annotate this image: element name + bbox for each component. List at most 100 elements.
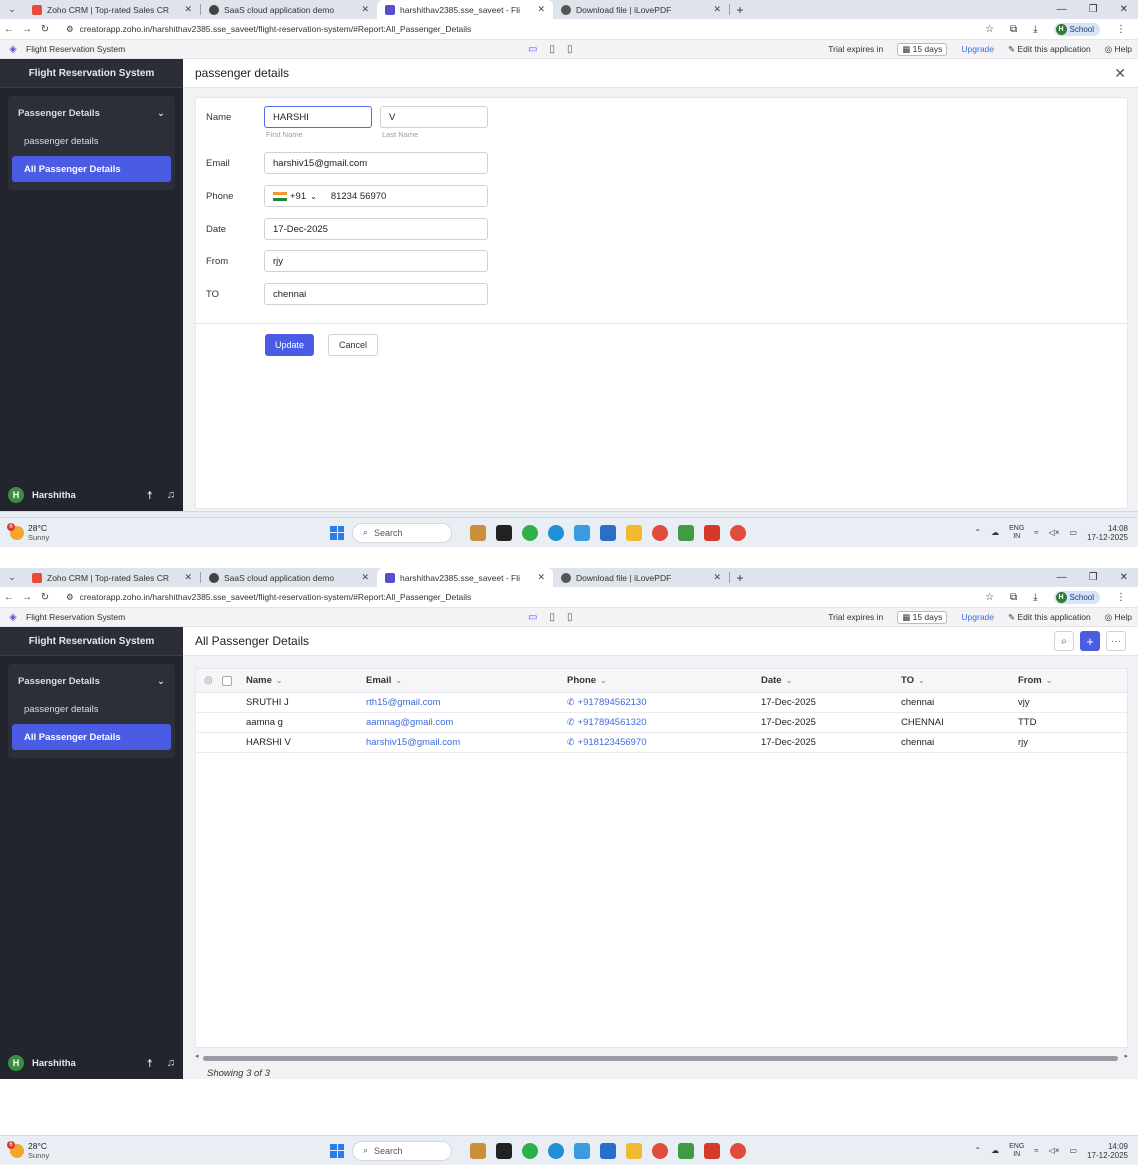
more-options-icon[interactable]: ··· <box>1106 631 1126 651</box>
sidebar-group-passenger-details[interactable]: Passenger Details ⌄ <box>8 100 175 126</box>
column-header-from[interactable]: From ⌄ <box>1018 669 1052 692</box>
table-row[interactable]: SRUTHI J rth15@gmail.com ✆ +917894562130 … <box>196 693 1127 713</box>
app-icon[interactable] <box>470 524 486 541</box>
minimize-icon[interactable]: — <box>1057 572 1067 583</box>
menu-kebab-icon[interactable]: ⋮ <box>1116 24 1126 35</box>
browser-tab[interactable]: SaaS cloud application demo ✕ <box>201 0 377 19</box>
column-header-email[interactable]: Email ⌄ <box>366 669 402 692</box>
tablet-icon[interactable]: ▯ <box>549 612 555 623</box>
close-icon[interactable]: ✕ <box>713 572 721 583</box>
scroll-left-icon[interactable]: ◂ <box>195 1052 199 1060</box>
accessibility-icon[interactable]: ☨ <box>147 1057 153 1070</box>
new-tab-icon[interactable]: + <box>730 3 750 17</box>
browser-tab-active[interactable]: harshithav2385.sse_saveet - Fli ✕ <box>377 0 553 19</box>
close-icon[interactable]: ✕ <box>184 572 192 583</box>
accessibility-icon[interactable]: ☨ <box>147 489 153 502</box>
pdf-icon[interactable] <box>704 1142 720 1159</box>
app-icon[interactable] <box>678 1142 694 1159</box>
eye-icon[interactable]: ◎ <box>204 669 213 692</box>
wifi-icon[interactable]: ≈ <box>1034 1146 1038 1155</box>
cell-email[interactable]: harshiv15@gmail.com <box>366 733 460 752</box>
tab-search-icon[interactable]: ⌄ <box>0 4 24 15</box>
bookmark-star-icon[interactable]: ☆ <box>985 592 994 603</box>
weather-widget[interactable]: 6 28°C Sunny <box>7 1140 49 1160</box>
scroll-right-icon[interactable]: ▸ <box>1124 1052 1128 1060</box>
date-field[interactable]: 17-Dec-2025 <box>264 218 488 240</box>
windows-start-icon[interactable] <box>330 1143 344 1158</box>
search-icon[interactable]: ⌕ <box>1054 631 1074 651</box>
forward-icon[interactable]: → <box>18 592 36 603</box>
wifi-icon[interactable]: ≈ <box>1034 528 1038 537</box>
close-icon[interactable]: ✕ <box>537 572 545 583</box>
battery-icon[interactable]: ▭ <box>1070 1146 1078 1155</box>
close-icon[interactable]: ✕ <box>361 4 369 15</box>
cell-phone[interactable]: ✆ +917894562130 <box>567 693 647 712</box>
extensions-icon[interactable]: ⧉ <box>1010 24 1017 35</box>
chrome-icon[interactable] <box>652 1142 668 1159</box>
edge-icon[interactable] <box>548 524 564 541</box>
store-icon[interactable] <box>600 1142 616 1159</box>
language-indicator[interactable]: ENG IN <box>1009 525 1024 541</box>
scrollbar-thumb[interactable] <box>203 1056 1118 1061</box>
close-window-icon[interactable]: ✕ <box>1120 572 1128 583</box>
battery-icon[interactable]: ▭ <box>1070 528 1078 537</box>
reload-icon[interactable]: ↻ <box>36 24 54 35</box>
bell-icon[interactable]: ♫ <box>167 489 175 502</box>
edit-app-link[interactable]: ✎ Edit this application <box>1008 44 1091 55</box>
browser-tab[interactable]: Zoho CRM | Top-rated Sales CR ✕ <box>24 568 200 587</box>
site-info-icon[interactable]: ⚙ <box>66 24 74 35</box>
table-row[interactable]: HARSHI V harshiv15@gmail.com ✆ +918123456… <box>196 733 1127 753</box>
chrome-icon[interactable] <box>730 1142 746 1159</box>
taskbar-search[interactable]: ⌕ Search <box>352 1140 452 1161</box>
bookmark-star-icon[interactable]: ☆ <box>985 24 994 35</box>
cloud-icon[interactable]: ☁ <box>991 528 999 537</box>
back-icon[interactable]: ← <box>0 24 18 35</box>
cloud-icon[interactable]: ☁ <box>991 1146 999 1155</box>
weather-widget[interactable]: 6 28°C Sunny <box>7 522 49 542</box>
update-button[interactable]: Update <box>265 334 315 356</box>
whatsapp-icon[interactable] <box>522 1142 538 1159</box>
phone-field[interactable]: +91 ⌄ 81234 56970 <box>264 185 488 207</box>
mobile-icon[interactable]: ▯ <box>567 44 573 55</box>
pdf-icon[interactable] <box>704 524 720 541</box>
store-icon[interactable] <box>600 524 616 541</box>
column-header-date[interactable]: Date ⌄ <box>761 669 792 692</box>
cancel-button[interactable]: Cancel <box>328 334 379 356</box>
chrome-icon[interactable] <box>652 524 668 541</box>
taskbar-search[interactable]: ⌕ Search <box>352 522 452 543</box>
sidebar-item-passenger-details[interactable]: passenger details <box>12 128 171 154</box>
clock[interactable]: 14:08 17-12-2025 <box>1087 524 1128 542</box>
sidebar-item-all-passenger-details[interactable]: All Passenger Details <box>12 156 171 182</box>
folder-icon[interactable] <box>626 524 642 541</box>
bell-icon[interactable]: ♫ <box>167 1057 175 1070</box>
close-icon[interactable]: ✕ <box>537 4 545 15</box>
upgrade-link[interactable]: Upgrade <box>961 44 994 54</box>
mobile-icon[interactable]: ▯ <box>567 612 573 623</box>
horizontal-scrollbar[interactable]: ◂ ▸ <box>195 1052 1128 1062</box>
sidebar-item-passenger-details[interactable]: passenger details <box>12 696 171 722</box>
language-indicator[interactable]: ENG IN <box>1009 1143 1024 1159</box>
volume-icon[interactable]: ◁× <box>1049 528 1060 537</box>
cell-email[interactable]: rth15@gmail.com <box>366 693 441 712</box>
folder-icon[interactable] <box>626 1142 642 1159</box>
app-icon[interactable] <box>496 524 512 541</box>
cell-phone[interactable]: ✆ +917894561320 <box>567 713 647 732</box>
close-icon[interactable]: ✕ <box>713 4 721 15</box>
close-icon[interactable]: ✕ <box>1114 65 1126 82</box>
windows-start-icon[interactable] <box>330 525 344 540</box>
url-field[interactable]: ⚙ creatorapp.zoho.in/harshithav2385.sse_s… <box>60 21 985 38</box>
sidebar-user[interactable]: H Harshitha ☨ ♫ <box>8 1055 175 1071</box>
tablet-icon[interactable]: ▯ <box>549 44 555 55</box>
site-info-icon[interactable]: ⚙ <box>66 592 74 603</box>
last-name-input[interactable]: V <box>380 106 488 128</box>
phone-country-code[interactable]: +91 <box>290 191 306 202</box>
clock[interactable]: 14:09 17-12-2025 <box>1087 1142 1128 1160</box>
app-icon[interactable] <box>470 1142 486 1159</box>
help-link[interactable]: ◎ Help <box>1105 612 1132 623</box>
new-tab-icon[interactable]: + <box>730 571 750 585</box>
cell-email[interactable]: aamnag@gmail.com <box>366 713 453 732</box>
close-window-icon[interactable]: ✕ <box>1120 4 1128 15</box>
first-name-input[interactable]: HARSHI <box>264 106 372 128</box>
app-icon[interactable] <box>574 1142 590 1159</box>
chevron-up-icon[interactable]: ⌃ <box>974 1146 981 1155</box>
